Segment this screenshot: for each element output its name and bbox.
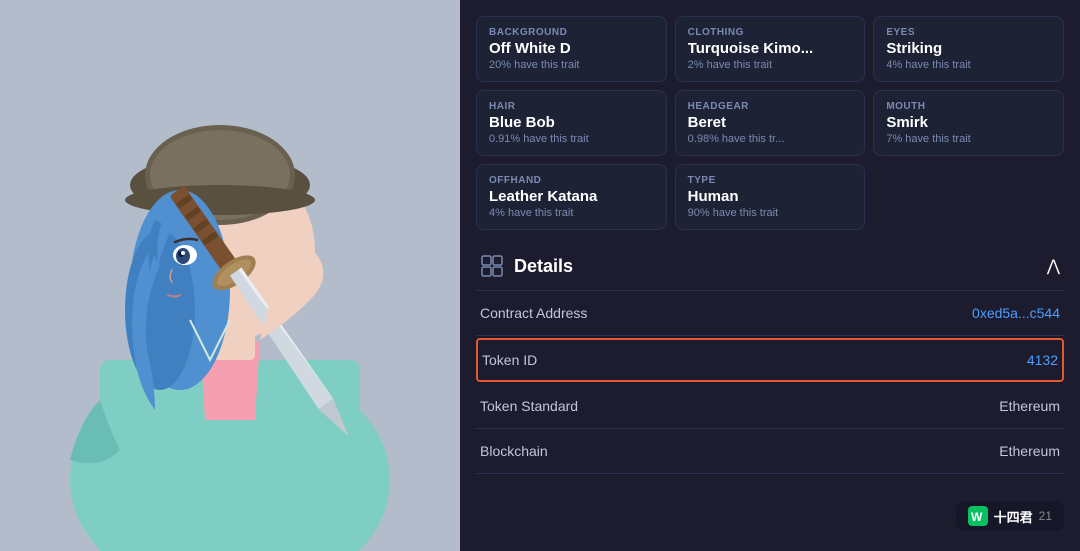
- detail-label: Blockchain: [480, 443, 548, 459]
- details-icon: [480, 254, 504, 278]
- trait-rarity: 7% have this trait: [886, 133, 1051, 145]
- detail-row: Contract Address 0xed5a...c544: [476, 291, 1064, 336]
- trait-rarity: 4% have this trait: [886, 59, 1051, 71]
- trait-card[interactable]: EYES Striking 4% have this trait: [873, 16, 1064, 82]
- trait-rarity: 0.91% have this trait: [489, 133, 654, 145]
- trait-value: Smirk: [886, 114, 1051, 131]
- watermark-area: W 十四君 21: [476, 497, 1064, 535]
- trait-category: OFFHAND: [489, 175, 654, 186]
- detail-value[interactable]: Ethereum: [999, 443, 1060, 459]
- trait-category: MOUTH: [886, 101, 1051, 112]
- details-header-left: Details: [480, 254, 573, 278]
- trait-category: EYES: [886, 27, 1051, 38]
- trait-value: Human: [688, 188, 853, 205]
- trait-category: TYPE: [688, 175, 853, 186]
- watermark-badge: W 十四君 21: [956, 501, 1064, 531]
- detail-row: Token ID 4132: [476, 338, 1064, 382]
- trait-card[interactable]: OFFHAND Leather Katana 4% have this trai…: [476, 164, 667, 230]
- trait-value: Blue Bob: [489, 114, 654, 131]
- detail-row: Token Standard Ethereum: [476, 384, 1064, 429]
- svg-text:W: W: [971, 510, 983, 524]
- trait-card[interactable]: BACKGROUND Off White D 20% have this tra…: [476, 16, 667, 82]
- detail-value[interactable]: 0xed5a...c544: [972, 305, 1060, 321]
- trait-card[interactable]: TYPE Human 90% have this trait: [675, 164, 866, 230]
- trait-rarity: 90% have this trait: [688, 207, 853, 219]
- detail-label: Token ID: [482, 352, 537, 368]
- trait-card[interactable]: MOUTH Smirk 7% have this trait: [873, 90, 1064, 156]
- watermark-handle: 十四君: [994, 507, 1033, 526]
- trait-category: HEADGEAR: [688, 101, 853, 112]
- trait-card[interactable]: HAIR Blue Bob 0.91% have this trait: [476, 90, 667, 156]
- trait-rarity: 2% have this trait: [688, 59, 853, 71]
- trait-value: Beret: [688, 114, 853, 131]
- detail-value[interactable]: Ethereum: [999, 398, 1060, 414]
- details-header[interactable]: Details ⋀: [476, 242, 1064, 290]
- trait-rarity: 20% have this trait: [489, 59, 654, 71]
- watermark-page: 21: [1039, 509, 1052, 523]
- wechat-icon: W: [968, 506, 988, 526]
- trait-value: Off White D: [489, 40, 654, 57]
- trait-card[interactable]: CLOTHING Turquoise Kimo... 2% have this …: [675, 16, 866, 82]
- trait-category: HAIR: [489, 101, 654, 112]
- detail-label: Contract Address: [480, 305, 587, 321]
- detail-value[interactable]: 4132: [1027, 352, 1058, 368]
- traits-grid: BACKGROUND Off White D 20% have this tra…: [476, 16, 1064, 230]
- right-panel: BACKGROUND Off White D 20% have this tra…: [460, 0, 1080, 551]
- trait-value: Leather Katana: [489, 188, 654, 205]
- trait-value: Turquoise Kimo...: [688, 40, 853, 57]
- detail-row: Blockchain Ethereum: [476, 429, 1064, 474]
- details-title: Details: [514, 256, 573, 277]
- trait-card[interactable]: HEADGEAR Beret 0.98% have this tr...: [675, 90, 866, 156]
- trait-category: CLOTHING: [688, 27, 853, 38]
- trait-category: BACKGROUND: [489, 27, 654, 38]
- trait-rarity: 0.98% have this tr...: [688, 133, 853, 145]
- detail-label: Token Standard: [480, 398, 578, 414]
- nft-image-panel: [0, 0, 460, 551]
- trait-value: Striking: [886, 40, 1051, 57]
- details-section: Details ⋀ Contract Address 0xed5a...c544…: [476, 242, 1064, 474]
- chevron-up-icon: ⋀: [1047, 256, 1060, 276]
- details-rows: Contract Address 0xed5a...c544 Token ID …: [476, 291, 1064, 474]
- trait-rarity: 4% have this trait: [489, 207, 654, 219]
